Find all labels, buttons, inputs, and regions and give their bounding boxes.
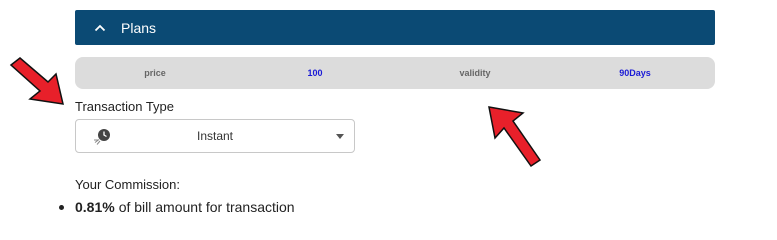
transaction-type-select[interactable]: Instant: [75, 119, 355, 153]
accordion-title: Plans: [121, 19, 157, 36]
price-label: price: [144, 68, 166, 78]
page: Plans price 100 validity 90Days Transact…: [0, 0, 777, 229]
commission-text: of bill amount for transaction: [118, 199, 295, 215]
transaction-type-value: Instant: [196, 129, 234, 143]
red-arrow-annotation-icon: [9, 57, 64, 105]
bullet-icon: [59, 204, 64, 210]
validity-value: 90Days: [619, 68, 651, 78]
plans-accordion-header[interactable]: Plans: [75, 10, 715, 45]
commission-rate: 0.81%: [75, 199, 115, 215]
commission-label: Your Commission:: [75, 177, 181, 192]
transaction-type-label: Transaction Type: [75, 99, 174, 114]
red-arrow-annotation-icon: [488, 106, 542, 168]
chevron-up-icon: [93, 21, 107, 35]
caret-down-icon: [336, 134, 344, 139]
commission-item: 0.81% of bill amount for transaction: [59, 199, 295, 215]
price-value: 100: [307, 68, 323, 78]
plan-info-bar: price 100 validity 90Days: [75, 57, 715, 89]
validity-label: validity: [459, 68, 491, 78]
